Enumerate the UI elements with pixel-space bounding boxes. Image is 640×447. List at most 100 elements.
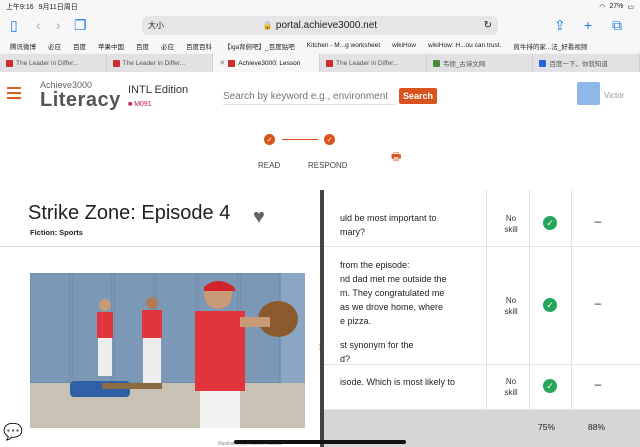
tab-label: 韦德_古诗文网 — [442, 61, 486, 68]
battery-percent: 27% — [609, 3, 624, 10]
retry-cell: – — [594, 296, 602, 310]
correct-check-icon: ✓ — [543, 298, 557, 312]
question-text[interactable]: isode. Which is most likely to — [340, 375, 490, 389]
skill-line: No — [505, 377, 517, 386]
module-code-text: M091 — [134, 101, 152, 108]
table-row: isode. Which is most likely to No skill … — [324, 365, 640, 410]
favicon-icon — [539, 59, 547, 67]
url-text: portal.achieve3000.net — [275, 20, 378, 31]
drag-handle-icon[interactable]: ⁞ — [319, 343, 321, 352]
question-line: e pizza. — [340, 316, 372, 326]
back-icon[interactable]: ‹ — [36, 17, 41, 33]
question-line: from the episode: — [340, 260, 410, 270]
skill-cell: No skill — [492, 376, 530, 398]
lock-icon: 🔒 — [262, 21, 273, 30]
browser-tab[interactable]: 百度一下，你就知道 — [533, 54, 640, 72]
reload-icon[interactable]: ↻ — [484, 20, 492, 31]
favicon-icon — [112, 59, 120, 67]
browser-tab[interactable]: The Leader in Differ... — [320, 54, 427, 72]
bookmark-item[interactable]: 必应 — [48, 41, 61, 51]
question-line: mary? — [340, 227, 366, 237]
divider — [0, 246, 320, 247]
question-text[interactable]: uld be most important to mary? — [340, 211, 490, 239]
favorite-heart-icon[interactable]: ♥ — [253, 206, 265, 229]
skill-line: skill — [504, 307, 518, 316]
home-indicator[interactable] — [234, 440, 406, 444]
story-title: Strike Zone: Episode 4 — [28, 202, 231, 224]
menu-icon[interactable] — [7, 87, 21, 102]
favicon-icon — [228, 59, 236, 67]
bookmark-item[interactable]: 百度 — [136, 41, 149, 51]
search-button[interactable]: Search — [399, 88, 437, 104]
share-icon[interactable]: ⇪ — [554, 17, 566, 34]
question-line — [340, 328, 490, 338]
skill-cell: No skill — [492, 295, 530, 317]
second-try-score: 88% — [588, 422, 606, 432]
new-tab-icon[interactable]: + — [584, 17, 592, 33]
browser-toolbar: ▯ ‹ › ❐ 大小 🔒 portal.achieve3000.net ↻ ⇪ … — [0, 13, 640, 38]
tab-strip: The Leader in Differ... The Leader in Di… — [0, 54, 640, 72]
tabs-overview-icon[interactable]: ⧉ — [612, 17, 622, 34]
retry-cell: – — [594, 377, 602, 391]
user-name[interactable]: Victor — [604, 91, 624, 100]
results-pane: uld be most important to mary? No skill … — [324, 190, 640, 447]
tab-label: The Leader in Differ... — [336, 59, 399, 67]
battery-icon: ▭ — [627, 3, 634, 11]
bookmark-item[interactable]: 必应 — [161, 41, 174, 51]
skill-line: skill — [504, 225, 518, 234]
bookmark-item[interactable]: Kitchen - M...g worksheet — [307, 42, 380, 49]
question-line: m. They congratulated me — [340, 288, 445, 298]
close-tab-icon[interactable]: ✕ — [219, 59, 225, 67]
bookmark-item[interactable]: 【iga背俯吧】_百度贴吧 — [224, 41, 295, 51]
browser-tab[interactable]: The Leader in Differ... — [0, 54, 107, 72]
lesson-steps: ✓ ✓ READ RESPOND — [258, 134, 358, 174]
wifi-icon: ◠ — [599, 3, 606, 11]
skill-line: No — [505, 296, 517, 305]
browser-tab-active[interactable]: ✕ Achieve3000: Lesson — [213, 54, 321, 72]
address-bar[interactable]: 大小 🔒 portal.achieve3000.net ↻ — [142, 16, 498, 35]
bookmark-item[interactable]: 苹果中国 — [98, 41, 124, 51]
book-icon[interactable]: ❐ — [74, 17, 87, 34]
step-read-label[interactable]: READ — [258, 161, 280, 170]
bookmark-item[interactable]: wikiHow — [392, 42, 416, 49]
forward-icon[interactable]: › — [56, 17, 61, 33]
step-respond-label[interactable]: RESPOND — [308, 161, 348, 170]
skill-line: No — [505, 214, 517, 223]
question-text[interactable]: from the episode: nd dad met me outside … — [340, 258, 490, 366]
question-line: d? — [340, 354, 351, 364]
favicon-icon — [6, 59, 13, 67]
bookmark-item[interactable]: 煎牛排的家...法_好看视频 — [513, 41, 587, 51]
bookmark-item[interactable]: 腾讯微博 — [10, 41, 36, 51]
module-code[interactable]: ■ M091 — [128, 101, 152, 108]
story-illustration — [30, 273, 305, 428]
status-bar: 上午9:16 9月11日周日 ◠ 27% ▭ — [0, 0, 640, 13]
step-connector — [282, 139, 318, 140]
step-read-check-icon[interactable]: ✓ — [264, 134, 275, 145]
bookmark-item[interactable]: 百度百科 — [186, 41, 212, 51]
table-row: from the episode: nd dad met me outside … — [324, 247, 640, 365]
bookmark-item[interactable]: wikiHow: H...ou can trust. — [428, 42, 501, 49]
correct-check-icon: ✓ — [543, 216, 557, 230]
chat-bubble-icon[interactable]: 💬 — [3, 422, 23, 442]
story-pane: Strike Zone: Episode 4 ♥ Fiction: Sports — [0, 190, 320, 447]
browser-tab[interactable]: 韦德_古诗文网 — [427, 54, 534, 72]
reader-settings-button[interactable]: 大小 — [148, 20, 164, 31]
story-genre: Fiction: Sports — [30, 228, 83, 237]
browser-tab[interactable]: The Leader in Differ... — [107, 54, 214, 72]
tab-label: The Leader in Differ... — [122, 59, 186, 67]
print-icon[interactable]: 🖶 — [391, 148, 401, 167]
bookmarks-bar: 腾讯微博 必应 百度 苹果中国 百度 必应 百度百科 【iga背俯吧】_百度贴吧… — [0, 38, 640, 53]
retry-cell: – — [594, 214, 602, 228]
question-line: st synonym for the — [340, 340, 414, 350]
step-respond-check-icon[interactable]: ✓ — [324, 134, 335, 145]
status-time: 上午9:16 — [6, 3, 34, 11]
sidebar-icon[interactable]: ▯ — [10, 17, 18, 34]
logo-main-text: Literacy — [40, 89, 121, 111]
skill-line: skill — [504, 388, 518, 397]
avatar[interactable] — [577, 82, 600, 105]
favicon-icon — [326, 59, 334, 67]
bookmark-item[interactable]: 百度 — [73, 41, 86, 51]
search-input[interactable] — [223, 89, 395, 105]
correct-check-icon: ✓ — [543, 379, 557, 393]
question-line: isode. Which is most likely to — [340, 377, 456, 387]
